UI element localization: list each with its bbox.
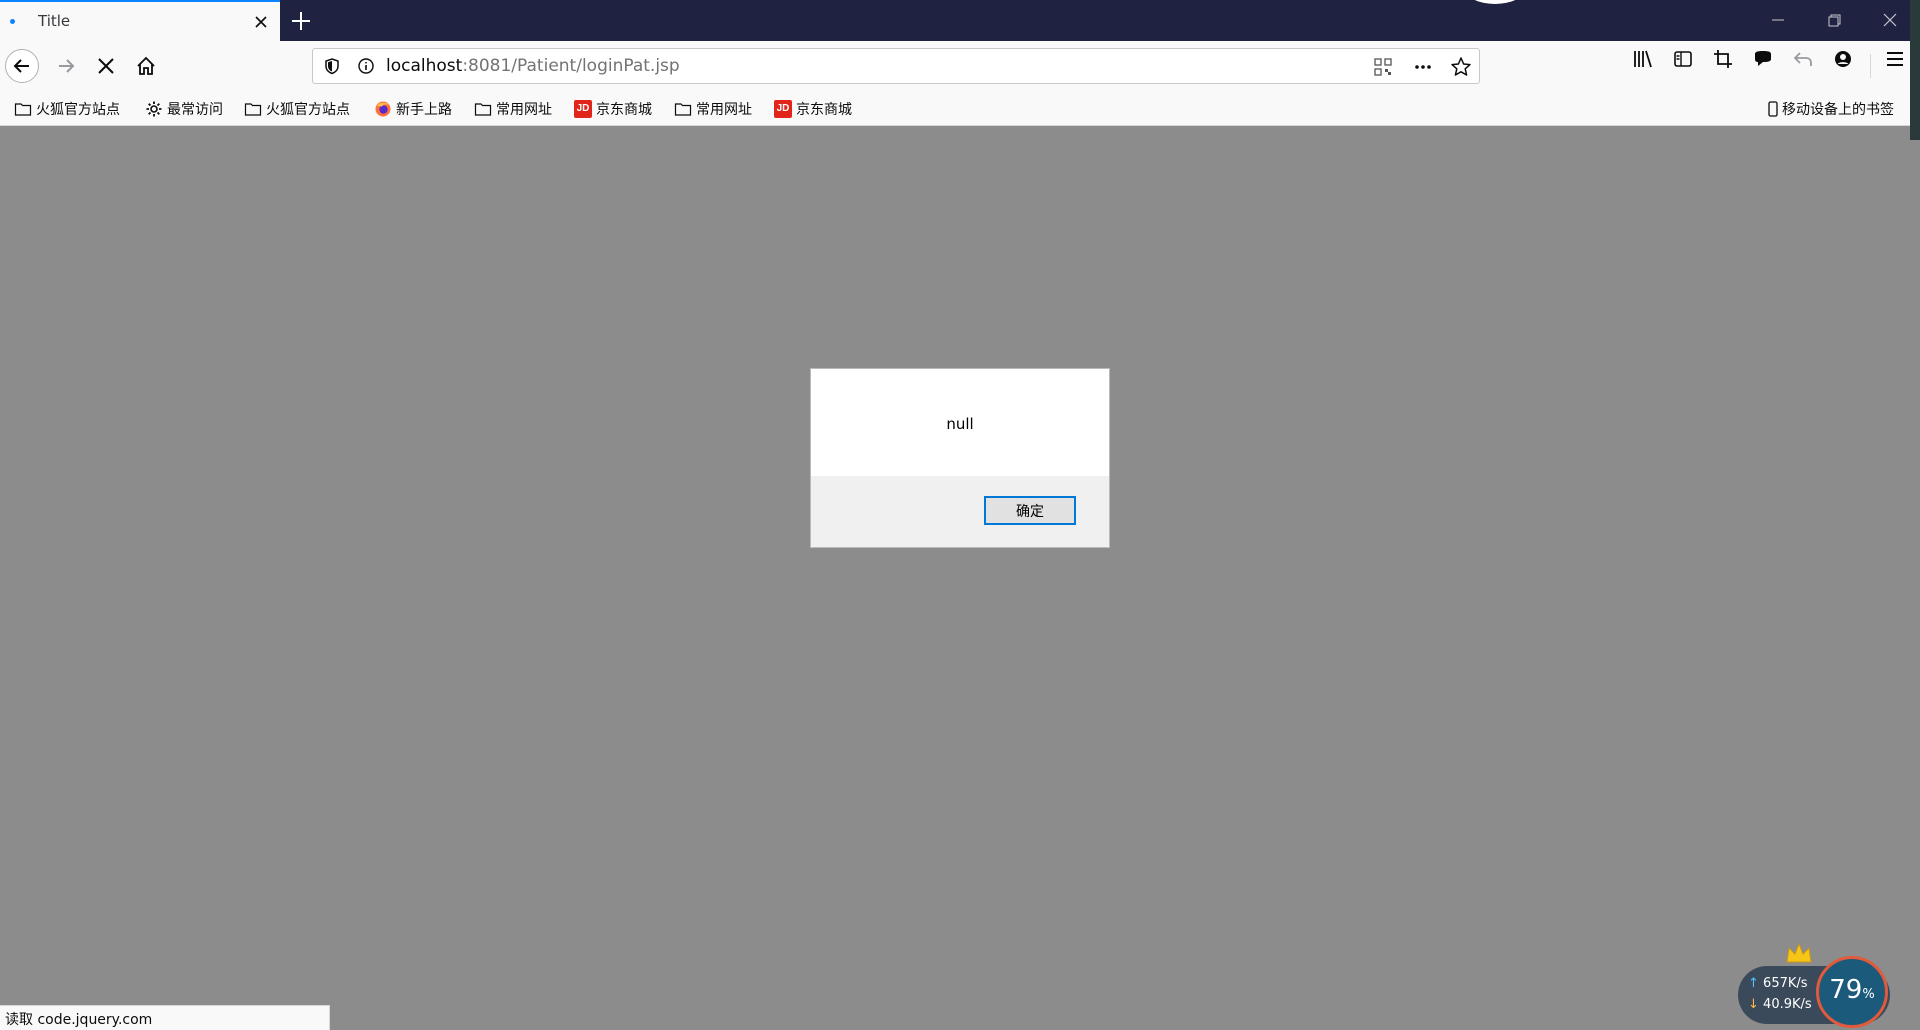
new-tab-icon[interactable]: [288, 8, 314, 34]
stop-button[interactable]: [89, 49, 123, 83]
bookmark-label: 最常访问: [167, 102, 223, 118]
bookmark-label: 京东商城: [796, 102, 852, 118]
folder-icon: [244, 103, 262, 116]
shield-icon[interactable]: [323, 57, 341, 75]
jd-icon: JD: [574, 100, 592, 118]
download-speed: ↓ 40.9K/s: [1748, 997, 1812, 1012]
home-button[interactable]: [129, 49, 163, 83]
account-icon[interactable]: [1832, 48, 1854, 70]
memory-gauge[interactable]: 79%: [1816, 956, 1888, 1028]
bookmark-item[interactable]: 火狐官方站点: [244, 99, 350, 119]
bookmark-item[interactable]: 常用网址: [474, 99, 552, 119]
folder-icon: [474, 103, 492, 116]
home-icon: [137, 56, 155, 75]
bookmarks-toolbar: 火狐官方站点 最常访问 火狐官方站点 新手上路 常用网址 JD 京东商城 常用网…: [0, 91, 1920, 126]
mobile-device-icon: [1768, 101, 1778, 117]
bookmark-label: 常用网址: [696, 102, 752, 118]
tab-title[interactable]: Title: [0, 0, 280, 41]
url-bar[interactable]: localhost:8081/Patient/loginPat.jsp: [312, 48, 1480, 84]
url-text[interactable]: localhost:8081/Patient/loginPat.jsp: [386, 56, 680, 76]
mobile-bookmarks[interactable]: 移动设备上的书签: [1768, 99, 1894, 119]
upload-speed-value: 657K/s: [1763, 976, 1808, 991]
back-button[interactable]: [5, 49, 39, 83]
bookmark-star-icon[interactable]: [1450, 56, 1472, 78]
window-close-icon[interactable]: [1876, 6, 1904, 34]
forward-button[interactable]: [49, 49, 83, 83]
undo-icon[interactable]: [1792, 48, 1814, 70]
url-host: localhost: [386, 56, 463, 76]
tab-close-icon[interactable]: [250, 11, 272, 33]
bookmark-item[interactable]: 火狐官方站点: [14, 99, 120, 119]
gauge-percent-value: 79: [1829, 975, 1863, 1005]
more-actions-icon[interactable]: [1413, 57, 1433, 77]
folder-icon: [14, 103, 32, 116]
arrow-right-icon: [59, 59, 75, 73]
hamburger-menu-icon[interactable]: [1884, 48, 1906, 70]
bookmark-label: 京东商城: [596, 102, 652, 118]
tab-title-label: Title: [38, 12, 71, 30]
restore-icon[interactable]: [1820, 6, 1848, 34]
gauge-percent-unit: %: [1862, 987, 1875, 1002]
toolbar-separator: [1870, 54, 1871, 78]
arrow-left-icon: [13, 59, 29, 73]
sidebar-icon[interactable]: [1672, 48, 1694, 70]
minimize-icon[interactable]: [1764, 6, 1792, 34]
gauge-percent: 79%: [1819, 975, 1885, 1005]
bookmark-label: 新手上路: [396, 102, 452, 118]
bookmark-item[interactable]: 新手上路: [374, 99, 452, 119]
firefox-icon: [375, 101, 391, 117]
bookmark-item[interactable]: JD 京东商城: [774, 99, 852, 119]
gear-icon: [146, 101, 162, 117]
jd-icon: JD: [774, 100, 792, 118]
bookmark-label: 常用网址: [496, 102, 552, 118]
status-text: 读取 code.jquery.com: [5, 1012, 153, 1028]
side-scroll-strip: [1910, 0, 1920, 140]
library-icon[interactable]: [1632, 48, 1654, 70]
info-icon[interactable]: [357, 57, 375, 75]
folder-icon: [674, 103, 692, 116]
ok-button[interactable]: 确定: [984, 496, 1076, 525]
chat-bubble-icon[interactable]: [1752, 48, 1774, 70]
bookmark-item[interactable]: 最常访问: [145, 99, 223, 119]
bookmark-label: 火狐官方站点: [266, 102, 350, 118]
bookmark-item[interactable]: JD 京东商城: [574, 99, 652, 119]
dialog-body: null: [811, 369, 1109, 476]
screenshot-crop-icon[interactable]: [1712, 48, 1734, 70]
download-speed-value: 40.9K/s: [1763, 997, 1812, 1012]
url-path: :8081/Patient/loginPat.jsp: [462, 56, 680, 76]
stop-icon: [98, 58, 114, 74]
mobile-bookmarks-label: 移动设备上的书签: [1782, 102, 1894, 118]
arrow-down-icon: ↓: [1748, 997, 1759, 1012]
arrow-up-icon: ↑: [1748, 976, 1759, 991]
upload-speed: ↑ 657K/s: [1748, 976, 1808, 991]
alert-dialog: null 确定: [810, 368, 1110, 548]
bookmark-label: 火狐官方站点: [36, 102, 120, 118]
qr-code-icon[interactable]: [1373, 57, 1393, 77]
status-bar: 读取 code.jquery.com: [0, 1005, 330, 1030]
dialog-message: null: [946, 415, 974, 433]
loading-dot-icon: [10, 19, 15, 24]
bookmark-item[interactable]: 常用网址: [674, 99, 752, 119]
vip-crown-icon[interactable]: [1784, 940, 1814, 968]
